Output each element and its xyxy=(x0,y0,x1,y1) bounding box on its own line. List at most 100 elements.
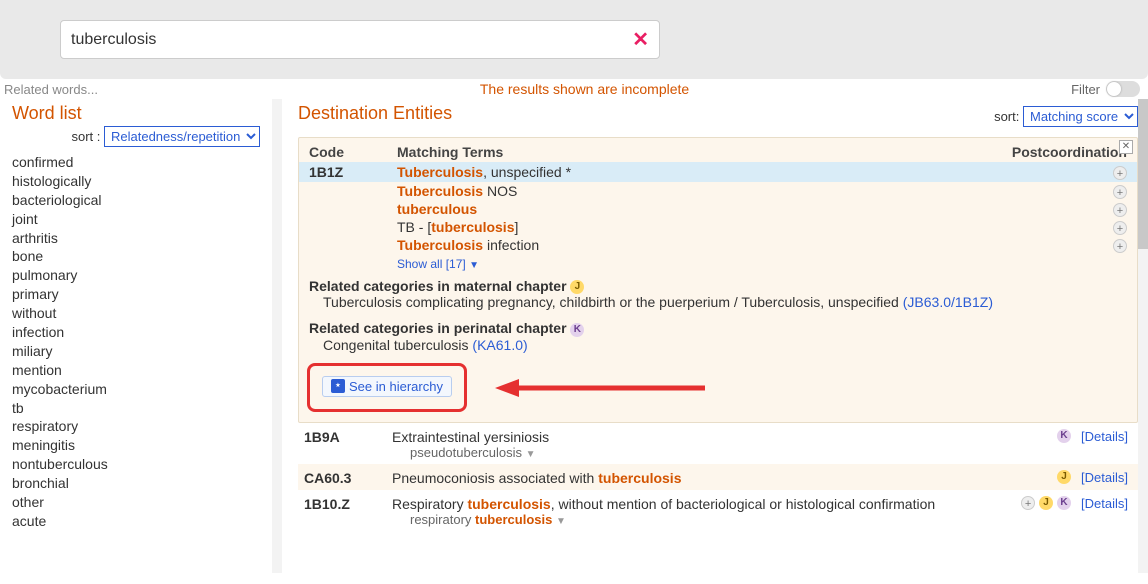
postcoordination-cell: + xyxy=(1007,164,1127,180)
related-category-section: Related categories in maternal chapter J… xyxy=(299,272,1137,314)
result-code xyxy=(309,219,397,235)
word-list-item[interactable]: mention xyxy=(12,361,260,380)
word-list: confirmedhistologicallybacteriologicaljo… xyxy=(12,153,260,531)
word-list-item[interactable]: infection xyxy=(12,323,260,342)
filter-area: Filter xyxy=(1071,81,1140,97)
chapter-badge-icon: K xyxy=(1057,429,1071,443)
postcoordination-add-icon[interactable]: + xyxy=(1113,166,1127,180)
see-in-hierarchy-button[interactable]: ⭑ See in hierarchy xyxy=(322,376,452,397)
chapter-badge-icon: J xyxy=(570,280,584,294)
result-term: TB - [tuberculosis] xyxy=(397,219,1007,235)
postcoordination-add-icon[interactable]: + xyxy=(1021,496,1035,510)
word-list-item[interactable]: arthritis xyxy=(12,229,260,248)
result-code: 1B1Z xyxy=(309,164,397,180)
show-all-link[interactable]: Show all [17] ▼ xyxy=(397,257,479,271)
header-terms: Matching Terms xyxy=(397,144,1007,160)
result-term: Tuberculosis infection xyxy=(397,237,1007,253)
result-term: Respiratory tuberculosis, without mentio… xyxy=(392,496,1021,527)
header-postcoordination: Postcoordination xyxy=(1007,144,1127,160)
code-link[interactable]: (JB63.0/1B1Z) xyxy=(903,294,993,310)
other-result-row[interactable]: 1B9AExtraintestinal yersiniosispseudotub… xyxy=(298,423,1138,464)
word-list-title: Word list xyxy=(12,103,260,124)
related-category-section: Related categories in perinatal chapter … xyxy=(299,314,1137,356)
related-detail[interactable]: Tuberculosis complicating pregnancy, chi… xyxy=(309,294,1127,310)
postcoordination-cell: + xyxy=(1007,219,1127,235)
word-list-item[interactable]: bacteriological xyxy=(12,191,260,210)
related-words-label: Related words... xyxy=(4,82,98,97)
sort-label: sort : xyxy=(71,129,100,144)
search-input[interactable] xyxy=(71,31,632,49)
postcoordination-cell: + xyxy=(1007,183,1127,199)
related-title: Related categories in perinatal chapter xyxy=(309,320,567,336)
search-box[interactable]: ✕ xyxy=(60,20,660,59)
postcoordination-add-icon[interactable]: + xyxy=(1113,203,1127,217)
postcoordination-add-icon[interactable]: + xyxy=(1113,239,1127,253)
word-list-item[interactable]: tb xyxy=(12,399,260,418)
filter-label: Filter xyxy=(1071,82,1100,97)
word-list-item[interactable]: pulmonary xyxy=(12,266,260,285)
top-strip: Related words... The results shown are i… xyxy=(0,79,1148,99)
word-list-item[interactable]: joint xyxy=(12,210,260,229)
result-code xyxy=(309,183,397,199)
word-list-item[interactable]: acute xyxy=(12,512,260,531)
right-scrollbar-thumb[interactable] xyxy=(1138,99,1148,249)
word-list-item[interactable]: bronchial xyxy=(12,474,260,493)
close-result-icon[interactable]: ✕ xyxy=(1119,140,1133,154)
matching-term-row[interactable]: 1B1ZTuberculosis, unspecified * + xyxy=(299,162,1137,182)
hierarchy-icon: ⭑ xyxy=(331,379,345,393)
word-list-item[interactable]: without xyxy=(12,304,260,323)
word-list-item[interactable]: bone xyxy=(12,247,260,266)
other-result-row[interactable]: CA60.3Pneumoconiosis associated with tub… xyxy=(298,464,1138,490)
word-list-sort-select[interactable]: Relatedness/repetition xyxy=(104,126,260,147)
postcoordination-add-icon[interactable]: + xyxy=(1113,185,1127,199)
result-term: Pneumoconiosis associated with tuberculo… xyxy=(392,470,1057,486)
result-badges: J [Details] xyxy=(1057,470,1128,485)
left-scrollbar-thumb[interactable] xyxy=(272,99,282,159)
sub-term[interactable]: pseudotuberculosis ▼ xyxy=(392,445,1057,460)
annotation-arrow-icon xyxy=(495,376,715,403)
other-result-row[interactable]: 1B10.ZRespiratory tuberculosis, without … xyxy=(298,490,1138,531)
chevron-down-icon: ▼ xyxy=(526,449,536,460)
result-code xyxy=(309,237,397,253)
result-headers: Code Matching Terms Postcoordination xyxy=(299,138,1137,162)
chapter-badge-icon: K xyxy=(570,323,584,337)
word-list-item[interactable]: confirmed xyxy=(12,153,260,172)
sort-label-right: sort: xyxy=(994,109,1019,124)
filter-toggle[interactable] xyxy=(1106,81,1140,97)
details-link[interactable]: [Details] xyxy=(1081,496,1128,511)
word-list-item[interactable]: respiratory xyxy=(12,417,260,436)
word-list-item[interactable]: miliary xyxy=(12,342,260,361)
matching-term-row[interactable]: tuberculous + xyxy=(299,200,1137,218)
details-link[interactable]: [Details] xyxy=(1081,470,1128,485)
header-code: Code xyxy=(309,144,397,160)
result-code: CA60.3 xyxy=(304,470,392,486)
result-term: Extraintestinal yersiniosispseudotubercu… xyxy=(392,429,1057,460)
right-scrollbar-track[interactable] xyxy=(1138,99,1148,573)
result-code: 1B9A xyxy=(304,429,392,445)
postcoordination-add-icon[interactable]: + xyxy=(1113,221,1127,235)
word-list-item[interactable]: meningitis xyxy=(12,436,260,455)
result-term: Tuberculosis NOS xyxy=(397,183,1007,199)
word-list-item[interactable]: histologically xyxy=(12,172,260,191)
result-code: 1B10.Z xyxy=(304,496,392,512)
result-term: Tuberculosis, unspecified * xyxy=(397,164,1007,180)
word-list-item[interactable]: mycobacterium xyxy=(12,380,260,399)
related-title: Related categories in maternal chapter xyxy=(309,278,567,294)
chapter-badge-icon: J xyxy=(1039,496,1053,510)
word-list-item[interactable]: primary xyxy=(12,285,260,304)
related-detail[interactable]: Congenital tuberculosis (KA61.0) xyxy=(309,337,1127,353)
results-sort-select[interactable]: Matching score xyxy=(1023,106,1138,127)
result-term: tuberculous xyxy=(397,201,1007,217)
matching-term-row[interactable]: TB - [tuberculosis] + xyxy=(299,218,1137,236)
code-link[interactable]: (KA61.0) xyxy=(472,337,527,353)
word-list-item[interactable]: other xyxy=(12,493,260,512)
word-list-item[interactable]: nontuberculous xyxy=(12,455,260,474)
details-link[interactable]: [Details] xyxy=(1081,429,1128,444)
matching-term-row[interactable]: Tuberculosis infection + xyxy=(299,236,1137,254)
postcoordination-cell: + xyxy=(1007,237,1127,253)
matching-term-row[interactable]: Tuberculosis NOS + xyxy=(299,182,1137,200)
clear-search-icon[interactable]: ✕ xyxy=(632,27,649,52)
chapter-badge-icon: J xyxy=(1057,470,1071,484)
sub-term[interactable]: respiratory tuberculosis ▼ xyxy=(392,512,1021,527)
results-panel: Destination Entities sort: Matching scor… xyxy=(282,99,1148,573)
